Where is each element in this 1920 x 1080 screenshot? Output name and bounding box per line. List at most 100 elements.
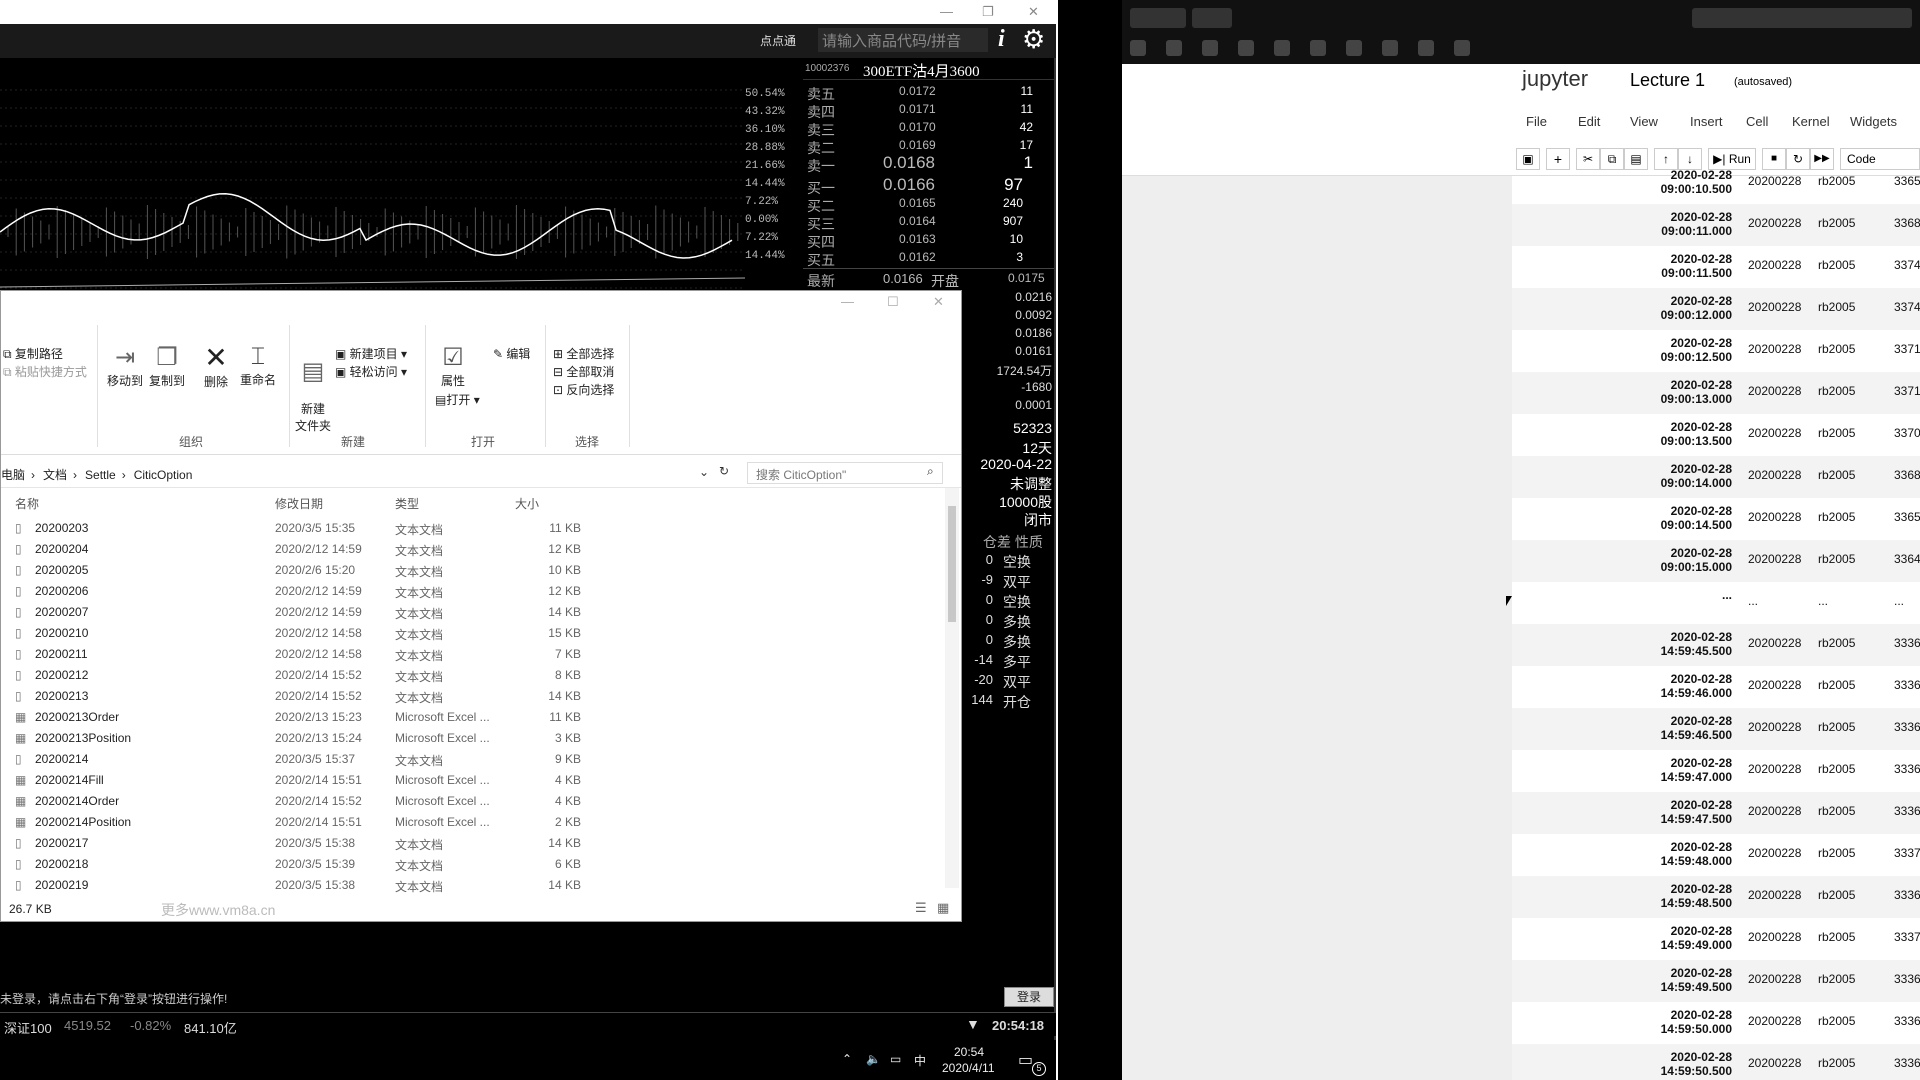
address-input[interactable] <box>1692 8 1912 28</box>
file-row[interactable]: ▯ 20200211 2020/2/12 14:58 文本文档 7 KB <box>1 644 601 665</box>
bookmark-icon[interactable] <box>1418 40 1434 56</box>
file-row[interactable]: ▯ 20200206 2020/2/12 14:59 文本文档 12 KB <box>1 581 601 602</box>
file-row[interactable]: ▦ 20200213Position 2020/2/13 15:24 Microsof… <box>1 728 601 749</box>
chevron-down-icon[interactable]: ⌄ <box>699 465 709 479</box>
bid-row[interactable]: 买五 0.0162 3 <box>803 248 1054 268</box>
file-row[interactable]: ▯ 20200213 2020/2/14 15:52 文本文档 14 KB <box>1 686 601 707</box>
file-row[interactable]: ▦ 20200214Order 2020/2/14 15:52 Microsoft E… <box>1 791 601 812</box>
file-row[interactable]: ▯ 20200217 2020/3/5 15:38 文本文档 14 KB <box>1 833 601 854</box>
file-row[interactable]: ▦ 20200213Order 2020/2/13 15:23 Microsoft E… <box>1 707 601 728</box>
breadcrumb-item[interactable]: 电脑 <box>1 468 25 482</box>
rename-button[interactable]: ⌶ 重命名 <box>237 343 279 388</box>
notebook-title[interactable]: Lecture 1 <box>1630 70 1705 91</box>
menu-item-kernel[interactable]: Kernel <box>1792 114 1830 129</box>
restore-icon[interactable]: ❐ <box>982 4 994 20</box>
bookmark-icon[interactable] <box>1166 40 1182 56</box>
column-size[interactable]: 大小 <box>515 495 539 512</box>
breadcrumb[interactable]: 电脑 › 文档 › Settle › CiticOption <box>1 466 198 483</box>
address-bar[interactable]: 电脑 › 文档 › Settle › CiticOption ⌄ ↻ 搜索 CiticOpt… <box>1 458 961 488</box>
file-row[interactable]: ▯ 20200219 2020/3/5 15:38 文本文档 14 KB <box>1 875 601 896</box>
file-row[interactable]: ▯ 20200207 2020/2/12 14:59 文本文档 14 KB <box>1 602 601 623</box>
select-none-button[interactable]: ⊟ 全部取消 <box>553 363 614 380</box>
breadcrumb-item[interactable]: 文档 <box>43 468 67 482</box>
column-type[interactable]: 类型 <box>395 495 419 512</box>
file-row[interactable]: ▯ 20200214 2020/3/5 15:37 文本文档 9 KB <box>1 749 601 770</box>
close-icon[interactable]: ✕ <box>933 294 944 310</box>
ime-indicator[interactable]: 中 <box>914 1052 926 1069</box>
chevron-right-icon[interactable]: › <box>31 468 35 482</box>
copy-path-button[interactable]: ⧉ 复制路径 <box>3 345 63 362</box>
bookmark-icon[interactable] <box>1202 40 1218 56</box>
breadcrumb-item[interactable]: Settle <box>85 468 116 482</box>
breadcrumb-item[interactable]: CiticOption <box>134 468 193 482</box>
maximize-icon[interactable]: ☐ <box>887 294 899 310</box>
login-button[interactable]: 登录 <box>1004 987 1054 1007</box>
menu-item-widgets[interactable]: Widgets <box>1850 114 1897 129</box>
file-row[interactable]: ▦ 20200214Fill 2020/2/14 15:51 Microsoft Ex… <box>1 770 601 791</box>
details-view-icon[interactable]: ☰ <box>915 900 927 916</box>
file-row[interactable]: ▯ 20200212 2020/2/14 15:52 文本文档 8 KB <box>1 665 601 686</box>
speaker-icon[interactable]: 🔈 <box>866 1052 881 1066</box>
menu-item-insert[interactable]: Insert <box>1690 114 1723 129</box>
invert-selection-button[interactable]: ⊡ 反向选择 <box>553 381 614 398</box>
tiles-view-icon[interactable]: ▦ <box>937 900 949 916</box>
ask-row[interactable]: 卖四 0.0171 11 <box>803 100 1054 120</box>
bookmark-icon[interactable] <box>1310 40 1326 56</box>
bid-row[interactable]: 买二 0.0165 240 <box>803 194 1054 214</box>
chevron-up-icon[interactable]: ⌃ <box>842 1052 852 1066</box>
bookmark-icon[interactable] <box>1130 40 1146 56</box>
column-name[interactable]: 名称 <box>15 495 39 512</box>
edit-button[interactable]: ✎ 编辑 <box>493 345 530 362</box>
bookmark-icon[interactable] <box>1274 40 1290 56</box>
move-to-button[interactable]: ⇥ 移动到 <box>105 343 145 389</box>
bookmark-icon[interactable] <box>1346 40 1362 56</box>
open-button[interactable]: ▤打开 ▾ <box>435 391 480 408</box>
chevron-right-icon[interactable]: › <box>122 468 126 482</box>
taskbar-time[interactable]: 20:54 <box>954 1045 984 1059</box>
close-icon[interactable]: ✕ <box>1028 4 1039 20</box>
menu-item-cell[interactable]: Cell <box>1746 114 1768 129</box>
file-row[interactable]: ▯ 20200203 2020/3/5 15:35 文本文档 11 KB <box>1 518 601 539</box>
bookmark-icon[interactable] <box>1454 40 1470 56</box>
refresh-icon[interactable]: ↻ <box>719 464 729 478</box>
select-all-button[interactable]: ⊞ 全部选择 <box>553 345 614 362</box>
menu-item-file[interactable]: File <box>1526 114 1547 129</box>
ask-row[interactable]: 卖五 0.0172 11 <box>803 82 1054 102</box>
copy-to-button[interactable]: ❐ 复制到 <box>147 343 187 389</box>
filter-icon[interactable]: ▼ <box>966 1016 980 1032</box>
scrollbar[interactable] <box>945 488 959 888</box>
new-folder-button[interactable]: ▤ 新建 文件夹 <box>293 343 333 448</box>
ask-row[interactable]: 卖三 0.0170 42 <box>803 118 1054 138</box>
bid-row[interactable]: 买一 0.0166 97 <box>803 175 1054 196</box>
file-row[interactable]: ▯ 20200204 2020/2/12 14:59 文本文档 12 KB <box>1 539 601 560</box>
scrollbar-thumb[interactable] <box>948 506 956 622</box>
bookmark-icon[interactable] <box>1382 40 1398 56</box>
new-item-button[interactable]: ▣ 新建项目 ▾ <box>335 345 407 362</box>
menu-item-view[interactable]: View <box>1630 114 1658 129</box>
properties-button[interactable]: ☑ 属性 <box>433 343 473 389</box>
app-label[interactable]: 点点通 <box>760 32 796 49</box>
chevron-right-icon[interactable]: › <box>73 468 77 482</box>
file-row[interactable]: ▯ 20200218 2020/3/5 15:39 文本文档 6 KB <box>1 854 601 875</box>
file-row[interactable]: ▦ 20200214Position 2020/2/14 15:51 Microsof… <box>1 812 601 833</box>
bid-row[interactable]: 买四 0.0163 10 <box>803 230 1054 250</box>
gear-icon[interactable]: ⚙ <box>1022 24 1045 55</box>
notification-icon[interactable]: ▭ <box>1018 1050 1033 1070</box>
delete-button[interactable]: ✕ 删除 <box>199 343 233 390</box>
search-icon[interactable]: ⌕ <box>927 464 934 479</box>
bookmark-icon[interactable] <box>1238 40 1254 56</box>
browser-tab[interactable] <box>1130 8 1186 28</box>
taskbar-date[interactable]: 2020/4/11 <box>942 1061 995 1075</box>
paste-shortcut-button[interactable]: ⧉ 粘贴快捷方式 <box>3 363 87 380</box>
ask-row[interactable]: 卖二 0.0169 17 <box>803 136 1054 156</box>
search-input[interactable]: 搜索 CiticOption" <box>747 462 943 484</box>
minimize-icon[interactable]: — <box>841 294 854 309</box>
column-date[interactable]: 修改日期 <box>275 495 323 512</box>
bid-row[interactable]: 买三 0.0164 907 <box>803 212 1054 232</box>
ask-row[interactable]: 卖一 0.0168 1 <box>803 153 1054 174</box>
file-row[interactable]: ▯ 20200205 2020/2/6 15:20 文本文档 10 KB <box>1 560 601 581</box>
easy-access-button[interactable]: ▣ 轻松访问 ▾ <box>335 363 407 380</box>
menu-item-edit[interactable]: Edit <box>1578 114 1600 129</box>
browser-tab[interactable] <box>1192 8 1232 28</box>
info-icon[interactable]: i <box>998 26 1005 53</box>
